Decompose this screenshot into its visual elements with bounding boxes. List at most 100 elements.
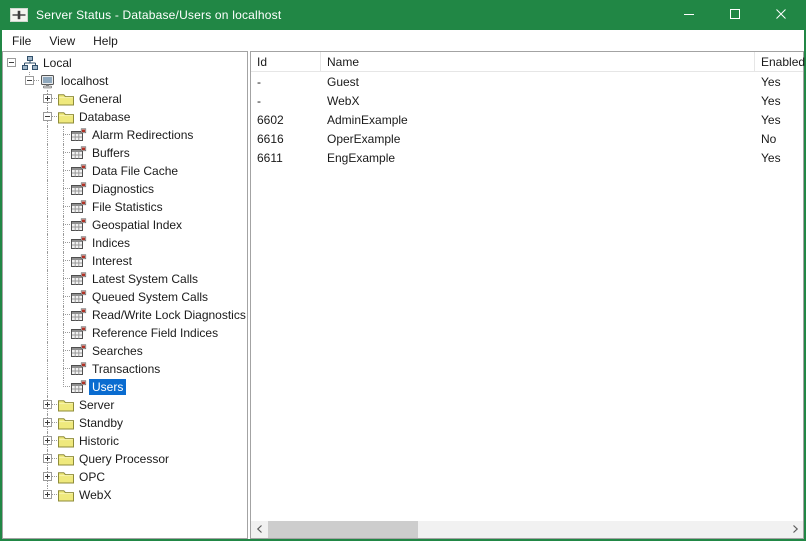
- tree-guide: [39, 216, 57, 234]
- table-icon: [70, 144, 88, 162]
- table-icon: [70, 198, 88, 216]
- tree-item-query-processor[interactable]: Query Processor: [3, 450, 247, 468]
- scrollbar-thumb[interactable]: [268, 521, 418, 538]
- tree-item-label[interactable]: Diagnostics: [89, 181, 157, 197]
- tree-item-file-statistics[interactable]: File Statistics: [3, 198, 247, 216]
- tree-guide: [21, 288, 39, 306]
- tree-item-latest-system-calls[interactable]: Latest System Calls: [3, 270, 247, 288]
- tree-item-label[interactable]: Interest: [89, 253, 135, 269]
- tree-item-localhost[interactable]: localhost: [3, 72, 247, 90]
- column-header-name[interactable]: Name: [321, 52, 755, 71]
- cell-name: EngExample: [321, 151, 755, 165]
- tree-item-label[interactable]: Users: [89, 379, 126, 395]
- minimize-icon: [684, 8, 694, 22]
- tree-junction: [57, 180, 70, 198]
- tree-guide: [39, 144, 57, 162]
- tree-item-label[interactable]: File Statistics: [89, 199, 166, 215]
- menu-view[interactable]: View: [40, 32, 84, 50]
- collapse-expander[interactable]: [43, 112, 52, 121]
- tree-item-transactions[interactable]: Transactions: [3, 360, 247, 378]
- expand-expander[interactable]: [43, 454, 52, 463]
- collapse-expander[interactable]: [7, 58, 16, 67]
- menu-help[interactable]: Help: [84, 32, 127, 50]
- tree-item-label[interactable]: Transactions: [89, 361, 163, 377]
- tree-guide: [3, 234, 21, 252]
- tree-item-label[interactable]: Queued System Calls: [89, 289, 211, 305]
- tree-item-database[interactable]: Database: [3, 108, 247, 126]
- tree-item-alarm-redirections[interactable]: Alarm Redirections: [3, 126, 247, 144]
- table-row-webx[interactable]: -WebXYes: [251, 91, 803, 110]
- folder-icon: [57, 396, 75, 414]
- tree-item-webx[interactable]: WebX: [3, 486, 247, 504]
- tree-item-label[interactable]: Alarm Redirections: [89, 127, 196, 143]
- tree-item-label[interactable]: Data File Cache: [89, 163, 181, 179]
- expand-expander[interactable]: [43, 418, 52, 427]
- table-row-engexample[interactable]: 6611EngExampleYes: [251, 148, 803, 167]
- expand-expander[interactable]: [43, 436, 52, 445]
- tree-item-label[interactable]: Latest System Calls: [89, 271, 201, 287]
- table-row-operexample[interactable]: 6616OperExampleNo: [251, 129, 803, 148]
- tree-item-label[interactable]: Historic: [76, 433, 122, 449]
- tree-item-geospatial-index[interactable]: Geospatial Index: [3, 216, 247, 234]
- tree-item-queued-system-calls[interactable]: Queued System Calls: [3, 288, 247, 306]
- expand-expander[interactable]: [43, 472, 52, 481]
- tree-item-label[interactable]: localhost: [58, 73, 111, 89]
- tree-item-users[interactable]: Users: [3, 378, 247, 396]
- scroll-left-button[interactable]: [251, 521, 268, 538]
- tree-item-label[interactable]: Reference Field Indices: [89, 325, 221, 341]
- tree-item-read-write-lock-diagnostics[interactable]: Read/Write Lock Diagnostics: [3, 306, 247, 324]
- tree-guide: [21, 144, 39, 162]
- tree-item-diagnostics[interactable]: Diagnostics: [3, 180, 247, 198]
- tree-guide: [21, 90, 39, 108]
- tree-item-label[interactable]: Indices: [89, 235, 133, 251]
- collapse-expander[interactable]: [25, 76, 34, 85]
- table-row-adminexample[interactable]: 6602AdminExampleYes: [251, 110, 803, 129]
- cell-id: 6611: [251, 151, 321, 165]
- tree-item-general[interactable]: General: [3, 90, 247, 108]
- tree-item-label[interactable]: Query Processor: [76, 451, 172, 467]
- table-icon: [70, 162, 88, 180]
- tree-item-opc[interactable]: OPC: [3, 468, 247, 486]
- table-row-guest[interactable]: -GuestYes: [251, 72, 803, 91]
- table-icon: [70, 360, 88, 378]
- tree-item-reference-field-indices[interactable]: Reference Field Indices: [3, 324, 247, 342]
- column-header-id[interactable]: Id: [251, 52, 321, 71]
- scroll-right-button[interactable]: [786, 521, 803, 538]
- tree-item-buffers[interactable]: Buffers: [3, 144, 247, 162]
- tree-item-standby[interactable]: Standby: [3, 414, 247, 432]
- menu-bar: FileViewHelp: [2, 30, 804, 51]
- tree-item-data-file-cache[interactable]: Data File Cache: [3, 162, 247, 180]
- expand-expander[interactable]: [43, 400, 52, 409]
- tree-item-interest[interactable]: Interest: [3, 252, 247, 270]
- close-button[interactable]: [758, 0, 804, 30]
- expand-expander[interactable]: [43, 490, 52, 499]
- tree-item-label[interactable]: Server: [76, 397, 117, 413]
- tree-junction: [21, 72, 39, 90]
- tree-item-server[interactable]: Server: [3, 396, 247, 414]
- tree-junction: [57, 360, 70, 378]
- tree-item-label[interactable]: Standby: [76, 415, 126, 431]
- menu-file[interactable]: File: [3, 32, 40, 50]
- tree-guide: [3, 288, 21, 306]
- minimize-button[interactable]: [666, 0, 712, 30]
- tree-item-label[interactable]: General: [76, 91, 125, 107]
- tree-item-historic[interactable]: Historic: [3, 432, 247, 450]
- tree-junction: [57, 162, 70, 180]
- tree-item-label[interactable]: Read/Write Lock Diagnostics: [89, 307, 248, 323]
- maximize-button[interactable]: [712, 0, 758, 30]
- column-header-enabled[interactable]: Enabled: [755, 52, 803, 71]
- tree-item-label[interactable]: OPC: [76, 469, 108, 485]
- tree-guide: [3, 216, 21, 234]
- tree-item-searches[interactable]: Searches: [3, 342, 247, 360]
- scrollbar-track[interactable]: [418, 521, 786, 538]
- tree-guide: [3, 342, 21, 360]
- tree-item-indices[interactable]: Indices: [3, 234, 247, 252]
- expand-expander[interactable]: [43, 94, 52, 103]
- tree-item-label[interactable]: Local: [40, 55, 75, 71]
- tree-item-local[interactable]: Local: [3, 54, 247, 72]
- tree-item-label[interactable]: Database: [76, 109, 133, 125]
- tree-item-label[interactable]: Searches: [89, 343, 146, 359]
- tree-item-label[interactable]: WebX: [76, 487, 114, 503]
- tree-item-label[interactable]: Geospatial Index: [89, 217, 185, 233]
- tree-item-label[interactable]: Buffers: [89, 145, 133, 161]
